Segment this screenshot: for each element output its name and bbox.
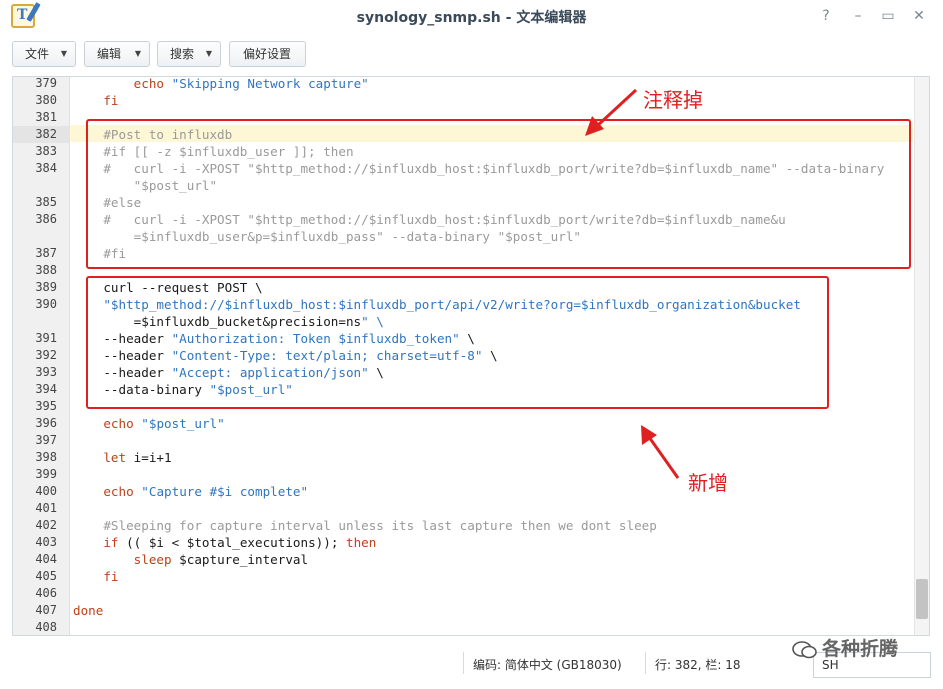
wechat-icon bbox=[792, 641, 817, 659]
divider bbox=[645, 652, 646, 674]
annotation-arrows bbox=[585, 88, 680, 479]
encoding-status: 编码: 简体中文 (GB18030) bbox=[473, 658, 622, 672]
watermark-text: 各种折腾 bbox=[822, 638, 899, 660]
divider bbox=[463, 652, 464, 674]
arrow-icon bbox=[641, 425, 680, 479]
cursor-position-status: 行: 382, 栏: 18 bbox=[655, 658, 741, 672]
arrow-icon bbox=[585, 88, 638, 136]
